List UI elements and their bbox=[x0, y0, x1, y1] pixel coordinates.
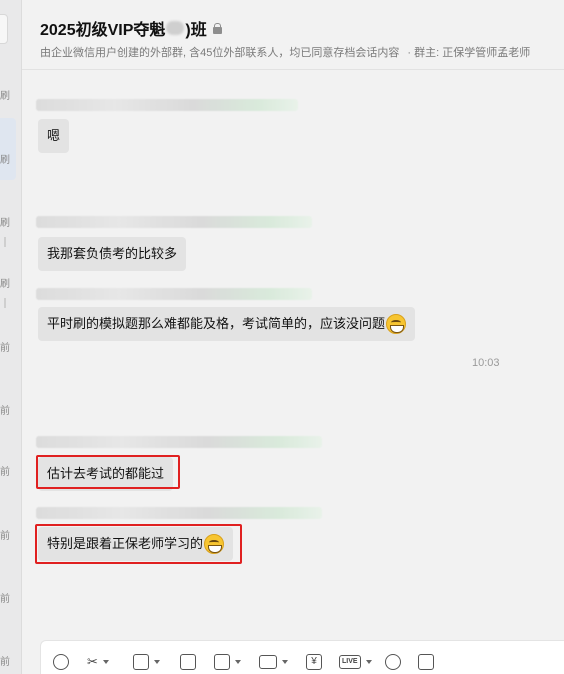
chevron-down-icon[interactable] bbox=[365, 660, 372, 664]
rail-preview-char[interactable]: 刷 bbox=[0, 219, 10, 229]
chat-title-suffix: )班 bbox=[185, 22, 207, 39]
chevron-down-icon[interactable] bbox=[102, 660, 109, 664]
chat-subtitle: 由企业微信用户创建的外部群, 含45位外部联系人，均已同意存档会话内容 · 群主:… bbox=[40, 44, 530, 60]
highlight-box bbox=[36, 455, 180, 489]
message-bubble[interactable]: 我那套负债考的比较多 bbox=[38, 237, 187, 271]
rail-preview-char[interactable]: 前 bbox=[0, 344, 10, 354]
redacted-sender-name bbox=[36, 99, 298, 111]
chat-title[interactable]: 2025初级VIP夺魁 )班 bbox=[40, 16, 222, 40]
rail-divider bbox=[4, 298, 6, 308]
chevron-down-icon[interactable] bbox=[282, 660, 288, 664]
redacted-sender-name bbox=[36, 507, 322, 519]
rail-preview-char[interactable]: 前 bbox=[0, 658, 10, 668]
folder-icon bbox=[259, 655, 277, 669]
message-list[interactable]: 嗯 我那套负债考的比较多 平时刷的模拟题那么难都能及格，考试简单的，应该没问题 … bbox=[22, 71, 564, 637]
message-timestamp: 10:03 bbox=[472, 357, 500, 369]
message-text: 平时刷的模拟题那么难都能及格，考试简单的，应该没问题 bbox=[47, 316, 386, 331]
search-box-edge[interactable] bbox=[0, 14, 8, 44]
rail-preview-char[interactable]: 刷 bbox=[0, 156, 10, 166]
highlight-box bbox=[35, 524, 242, 564]
document-icon bbox=[180, 654, 196, 670]
lock-icon bbox=[212, 23, 222, 34]
group-description: 由企业微信用户创建的外部群, 含45位外部联系人，均已同意存档会话内容 bbox=[40, 47, 400, 59]
folder-button[interactable] bbox=[259, 653, 288, 671]
emoji-icon bbox=[53, 654, 69, 670]
chat-title-prefix: 2025初级VIP夺魁 bbox=[40, 22, 166, 39]
checklist-button[interactable] bbox=[214, 653, 241, 671]
conversation-list-rail: 刷 刷 刷 刷 前 前 前 前 前 前 bbox=[0, 0, 22, 674]
redacted-sender-name bbox=[36, 216, 312, 228]
composer-toolbar: ✂ ¥ LIVE bbox=[40, 640, 564, 674]
chevron-down-icon[interactable] bbox=[154, 660, 160, 664]
rail-preview-char[interactable]: 刷 bbox=[0, 92, 10, 102]
redacted-text bbox=[166, 21, 185, 35]
selected-conversation-item[interactable] bbox=[0, 118, 16, 180]
live-icon: LIVE bbox=[339, 655, 361, 669]
payment-button[interactable]: ¥ bbox=[306, 653, 322, 671]
more-button[interactable] bbox=[385, 653, 401, 671]
rail-preview-char[interactable]: 刷 bbox=[0, 280, 10, 290]
image-button[interactable] bbox=[133, 653, 160, 671]
message-text: 嗯 bbox=[47, 128, 61, 143]
emoji-button[interactable] bbox=[53, 653, 69, 671]
document-button[interactable] bbox=[180, 653, 196, 671]
rail-preview-char[interactable]: 前 bbox=[0, 407, 10, 417]
scissors-icon: ✂ bbox=[87, 654, 98, 669]
image-icon bbox=[133, 654, 149, 670]
redacted-sender-name bbox=[36, 436, 322, 448]
chevron-down-icon[interactable] bbox=[235, 660, 241, 664]
redacted-sender-name bbox=[36, 288, 312, 300]
rail-preview-char[interactable]: 前 bbox=[0, 468, 10, 478]
rail-divider bbox=[4, 237, 6, 247]
group-owner[interactable]: · 群主: 正保学管师孟老师 bbox=[407, 47, 530, 59]
payment-icon: ¥ bbox=[306, 654, 322, 670]
history-button[interactable] bbox=[418, 653, 434, 671]
rail-preview-char[interactable]: 前 bbox=[0, 595, 10, 605]
message-bubble[interactable]: 平时刷的模拟题那么难都能及格，考试简单的，应该没问题 bbox=[38, 307, 416, 341]
chat-header: 2025初级VIP夺魁 )班 由企业微信用户创建的外部群, 含45位外部联系人，… bbox=[22, 0, 564, 70]
rail-preview-char[interactable]: 前 bbox=[0, 532, 10, 542]
grin-emoji-icon bbox=[386, 314, 407, 334]
history-icon bbox=[418, 654, 434, 670]
more-icon bbox=[385, 654, 401, 670]
message-text: 我那套负债考的比较多 bbox=[47, 246, 178, 261]
message-bubble[interactable]: 嗯 bbox=[38, 119, 70, 153]
screenshot-button[interactable]: ✂ bbox=[87, 653, 109, 671]
checklist-icon bbox=[214, 654, 230, 670]
live-button[interactable]: LIVE bbox=[339, 653, 372, 671]
